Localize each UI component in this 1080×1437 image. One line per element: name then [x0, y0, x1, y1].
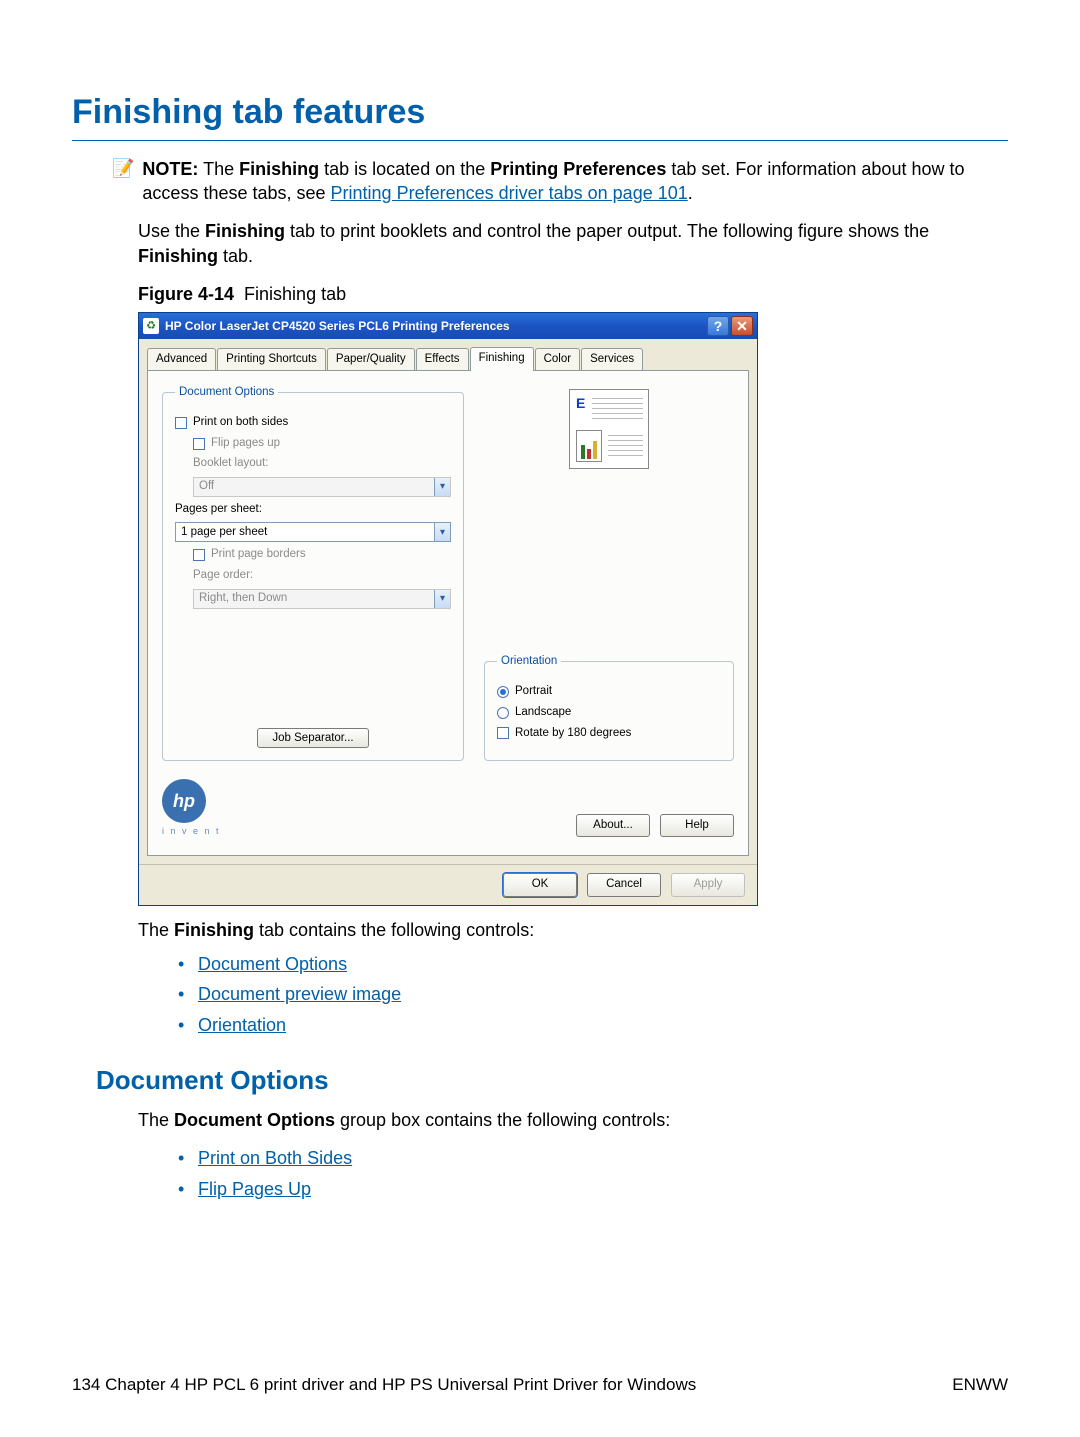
footer-left: 134 Chapter 4 HP PCL 6 print driver and … [72, 1374, 696, 1397]
note-icon: 📝 [112, 159, 134, 177]
doc-options-list: Print on Both Sides Flip Pages Up [178, 1146, 1008, 1201]
landscape-label: Landscape [515, 705, 571, 721]
tab-printing-shortcuts[interactable]: Printing Shortcuts [217, 348, 326, 372]
figure-caption: Figure 4-14 Finishing tab [138, 282, 1008, 306]
help-button[interactable]: Help [660, 814, 734, 838]
print-both-sides-label: Print on both sides [193, 415, 288, 431]
link-document-preview-image[interactable]: Document preview image [198, 984, 401, 1004]
close-icon[interactable]: ✕ [731, 316, 753, 336]
document-options-legend: Document Options [175, 385, 278, 401]
footer-right: ENWW [952, 1374, 1008, 1397]
page-order-label: Page order: [193, 568, 253, 584]
pages-per-sheet-select[interactable]: 1 page per sheet ▾ [175, 522, 451, 542]
link-orientation[interactable]: Orientation [198, 1015, 286, 1035]
tab-finishing[interactable]: Finishing [470, 347, 534, 371]
controls-intro: The Finishing tab contains the following… [138, 918, 1008, 942]
note-text: NOTE: The Finishing tab is located on th… [142, 157, 1008, 206]
note-link[interactable]: Printing Preferences driver tabs on page… [331, 183, 688, 203]
job-separator-button[interactable]: Job Separator... [257, 728, 368, 748]
page-footer: 134 Chapter 4 HP PCL 6 print driver and … [72, 1374, 1008, 1397]
booklet-layout-select[interactable]: Off ▾ [193, 477, 451, 497]
page-order-select[interactable]: Right, then Down ▾ [193, 589, 451, 609]
portrait-label: Portrait [515, 684, 552, 700]
doc-options-intro: The Document Options group box contains … [138, 1108, 1008, 1132]
print-page-borders-checkbox[interactable] [193, 549, 205, 561]
hp-invent-text: i n v e n t [162, 825, 221, 837]
section-document-options: Document Options [96, 1063, 1008, 1098]
chevron-down-icon: ▾ [434, 523, 450, 541]
dialog-title: HP Color LaserJet CP4520 Series PCL6 Pri… [165, 318, 705, 334]
apply-button[interactable]: Apply [671, 873, 745, 897]
hp-logo-block: hp i n v e n t [162, 779, 221, 837]
hp-logo-icon: hp [162, 779, 206, 823]
controls-list: Document Options Document preview image … [178, 952, 1008, 1037]
document-preview: E [569, 389, 649, 469]
link-flip-pages-up[interactable]: Flip Pages Up [198, 1179, 311, 1199]
tab-strip: Advanced Printing Shortcuts Paper/Qualit… [147, 347, 749, 371]
chevron-down-icon: ▾ [434, 590, 450, 608]
link-print-on-both-sides[interactable]: Print on Both Sides [198, 1148, 352, 1168]
titlebar: ♻ HP Color LaserJet CP4520 Series PCL6 P… [139, 313, 757, 339]
rotate-180-label: Rotate by 180 degrees [515, 726, 631, 742]
finishing-panel: Document Options Print on both sides Fli… [147, 370, 749, 856]
document-options-group: Document Options Print on both sides Fli… [162, 385, 464, 761]
ok-button[interactable]: OK [503, 873, 577, 897]
tab-advanced[interactable]: Advanced [147, 348, 216, 372]
flip-pages-up-checkbox[interactable] [193, 438, 205, 450]
rotate-180-checkbox[interactable] [497, 727, 509, 739]
portrait-radio[interactable] [497, 686, 509, 698]
pages-per-sheet-label: Pages per sheet: [175, 502, 262, 518]
booklet-layout-label: Booklet layout: [193, 456, 268, 472]
intro-paragraph: Use the Finishing tab to print booklets … [138, 219, 1008, 268]
cancel-button[interactable]: Cancel [587, 873, 661, 897]
link-document-options[interactable]: Document Options [198, 954, 347, 974]
dialog-footer: OK Cancel Apply [139, 864, 757, 905]
tab-color[interactable]: Color [535, 348, 580, 372]
preview-letter: E [576, 394, 585, 413]
help-icon[interactable]: ? [707, 316, 729, 336]
orientation-group: Orientation Portrait Landscape Rotate by… [484, 654, 734, 761]
tab-paper-quality[interactable]: Paper/Quality [327, 348, 415, 372]
note-label: NOTE: [142, 159, 198, 179]
page-title: Finishing tab features [72, 90, 1008, 141]
chevron-down-icon: ▾ [434, 478, 450, 496]
about-button[interactable]: About... [576, 814, 650, 838]
tab-services[interactable]: Services [581, 348, 643, 372]
note-block: 📝 NOTE: The Finishing tab is located on … [112, 157, 1008, 206]
flip-pages-up-label: Flip pages up [211, 436, 280, 452]
app-icon: ♻ [143, 318, 159, 334]
landscape-radio[interactable] [497, 707, 509, 719]
print-page-borders-label: Print page borders [211, 547, 306, 563]
print-both-sides-checkbox[interactable] [175, 417, 187, 429]
tab-effects[interactable]: Effects [416, 348, 469, 372]
printing-preferences-dialog: ♻ HP Color LaserJet CP4520 Series PCL6 P… [138, 312, 758, 905]
orientation-legend: Orientation [497, 654, 561, 670]
